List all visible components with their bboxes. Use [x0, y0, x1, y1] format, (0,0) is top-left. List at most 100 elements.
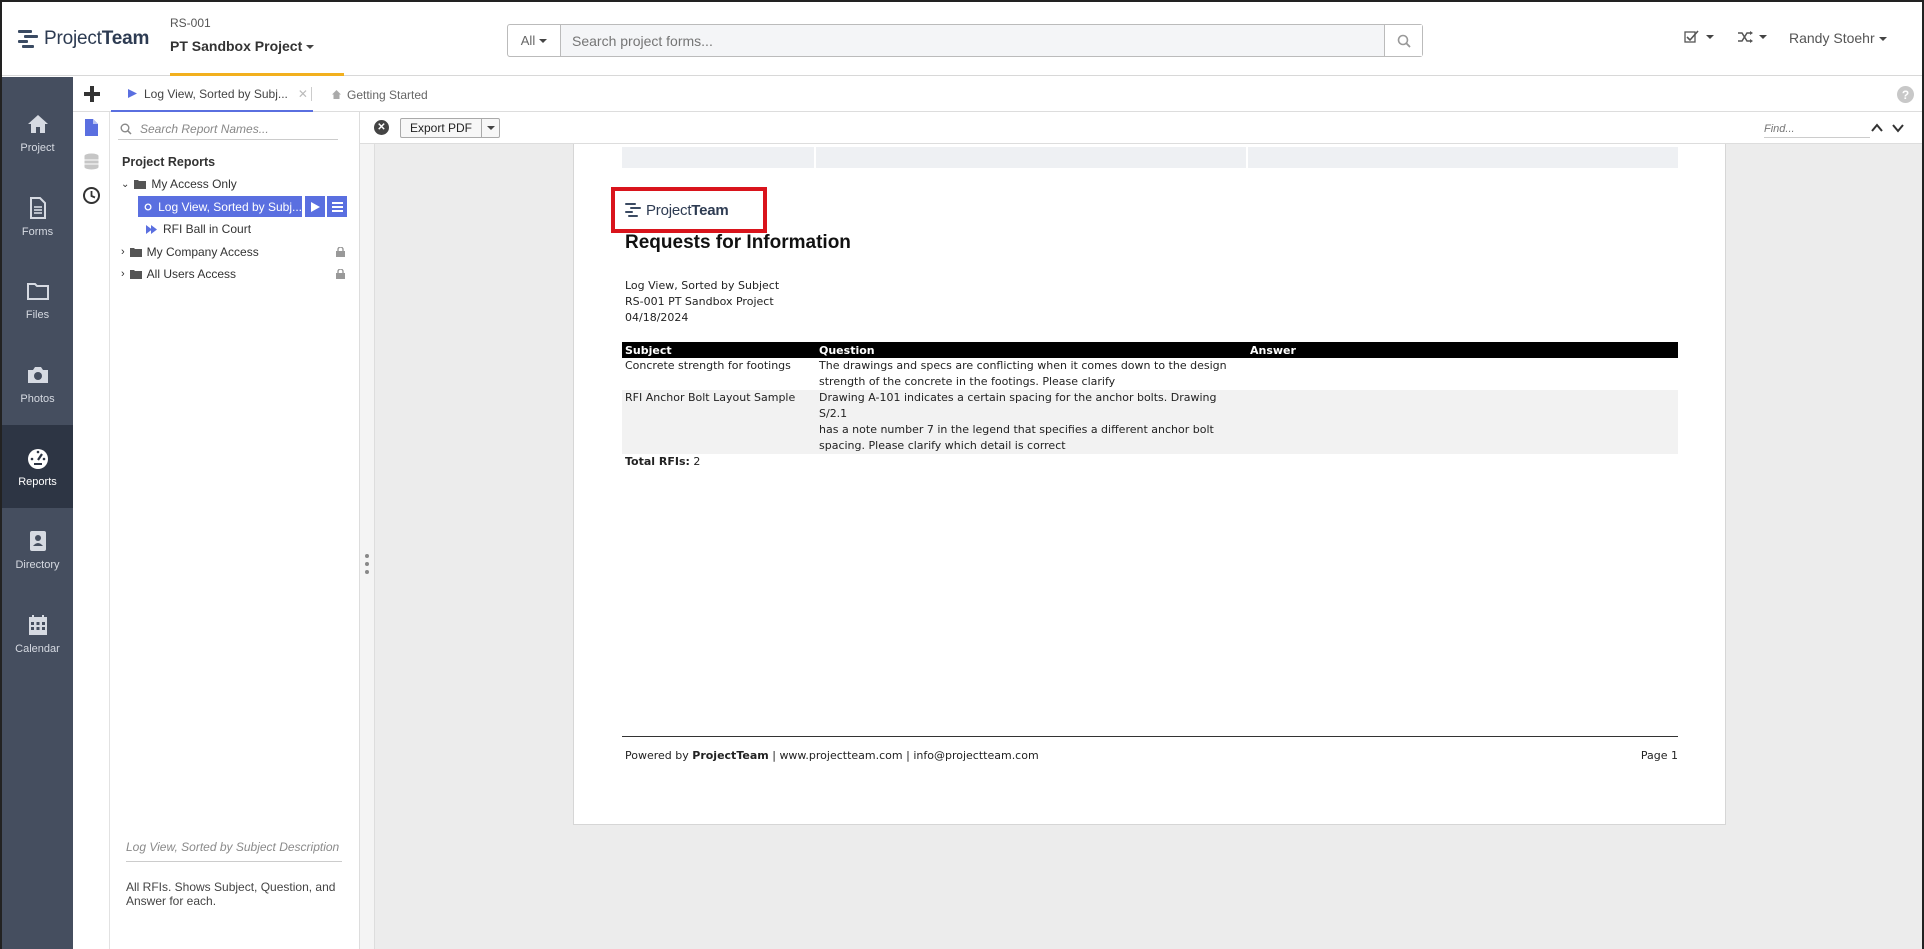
footer-credits: Powered by ProjectTeam | www.projectteam…	[625, 749, 1039, 762]
tab-getting-started[interactable]: Getting Started	[331, 77, 428, 112]
checkbox-list-icon	[1684, 30, 1699, 43]
report-search[interactable]: Search Report Names...	[118, 118, 338, 140]
subject-cell: RFI Anchor Bolt Layout Sample	[622, 390, 816, 454]
find-next-icon[interactable]	[1891, 121, 1905, 135]
nav-project[interactable]: Project	[2, 91, 73, 174]
search-filter-dropdown[interactable]: All	[508, 25, 561, 56]
project-name[interactable]: PT Sandbox Project	[170, 38, 344, 54]
main-nav: Project Forms Files Photos Reports Direc…	[2, 77, 73, 949]
nav-photos[interactable]: Photos	[2, 342, 73, 425]
find-input[interactable]	[1764, 120, 1870, 138]
nav-files[interactable]: Files	[2, 258, 73, 341]
lock-icon	[336, 247, 345, 257]
camera-icon	[27, 366, 48, 383]
user-menu[interactable]: Randy Stoehr	[1789, 30, 1887, 46]
answer-cell	[1247, 358, 1678, 390]
report-date: 04/18/2024	[625, 311, 689, 324]
find-previous-icon[interactable]	[1870, 121, 1884, 135]
add-icon[interactable]	[83, 85, 101, 103]
table-row: Concrete strength for footings The drawi…	[622, 358, 1678, 390]
history-clock-icon[interactable]	[82, 186, 101, 205]
column-header: Question	[816, 342, 1247, 358]
nav-calendar[interactable]: Calendar	[2, 592, 73, 675]
report-logo: ProjectTeam	[611, 187, 767, 233]
report-description-title: Log View, Sorted by Subject Description	[126, 840, 342, 862]
close-report-icon[interactable]: ✕	[374, 120, 389, 135]
answer-cell	[1247, 390, 1678, 454]
chevron-right-icon: ›	[121, 268, 125, 280]
folder-all-users-access[interactable]: › All Users Access	[121, 264, 351, 284]
chevron-down-icon	[306, 45, 315, 50]
chevron-down-icon	[1706, 35, 1714, 39]
nav-reports[interactable]: Reports	[2, 425, 73, 508]
report-toolbar: ✕ Export PDF	[360, 112, 1922, 144]
report-project: RS-001 PT Sandbox Project	[625, 295, 774, 308]
app-logo[interactable]: ProjectTeam	[18, 28, 149, 50]
folder-my-access[interactable]: ⌄ My Access Only	[121, 174, 237, 194]
fast-forward-icon	[146, 224, 157, 234]
panel-splitter[interactable]	[360, 112, 375, 949]
tree-item-rfi-ball[interactable]: RFI Ball in Court	[146, 219, 251, 239]
report-viewer[interactable]: ProjectTeam Requests for Information Log…	[375, 144, 1922, 949]
previous-page-table-tail	[622, 147, 1678, 168]
tree-item-log-view[interactable]: Log View, Sorted by Subj...	[138, 196, 302, 217]
radio-icon	[144, 203, 152, 210]
chevron-down-icon	[1759, 35, 1767, 39]
report-footer: Powered by ProjectTeam | www.projectteam…	[622, 736, 1678, 762]
calendar-icon	[28, 614, 47, 635]
search-icon	[1397, 34, 1411, 48]
play-icon	[128, 89, 137, 98]
question-cell: Drawing A-101 indicates a certain spacin…	[816, 390, 1247, 454]
nav-forms[interactable]: Forms	[2, 175, 73, 258]
export-pdf-button[interactable]: Export PDF	[400, 118, 501, 138]
close-icon[interactable]: ✕	[298, 87, 308, 101]
switch-menu[interactable]	[1737, 30, 1767, 44]
tasks-menu[interactable]	[1684, 30, 1714, 44]
folder-company-access[interactable]: › My Company Access	[121, 242, 351, 262]
drag-handle-icon[interactable]	[365, 554, 369, 574]
chevron-down-icon	[539, 38, 548, 43]
search-bar: All	[507, 24, 1423, 57]
folder-icon	[129, 248, 142, 257]
tab-divider	[311, 87, 312, 101]
rfi-table: Subject Question Answer Concrete strengt…	[622, 342, 1678, 454]
help-icon[interactable]: ?	[1897, 86, 1914, 103]
chevron-down-icon	[1878, 37, 1887, 42]
logo-text: ProjectTeam	[44, 28, 150, 49]
column-header: Subject	[622, 342, 816, 358]
folder-icon	[129, 270, 142, 279]
report-description-text: All RFIs. Shows Subject, Question, and A…	[126, 880, 336, 908]
column-header: Answer	[1247, 342, 1678, 358]
play-icon	[310, 201, 320, 212]
top-header: ProjectTeam RS-001 PT Sandbox Project Al…	[2, 2, 1922, 76]
run-report-button[interactable]	[305, 196, 325, 217]
document-icon	[29, 196, 46, 219]
search-input[interactable]	[561, 25, 1384, 56]
folder-icon	[26, 282, 49, 300]
shuffle-icon	[1738, 31, 1753, 43]
database-icon[interactable]	[82, 152, 101, 171]
report-document-icon[interactable]	[82, 118, 101, 137]
gauge-icon	[27, 448, 48, 469]
logo-mark-icon	[18, 30, 38, 48]
export-dropdown[interactable]	[481, 119, 499, 137]
report-tree-panel: Search Report Names... Project Reports ⌄…	[110, 112, 360, 949]
lock-icon	[336, 269, 345, 279]
report-menu-button[interactable]	[327, 196, 347, 217]
home-icon	[27, 114, 48, 133]
home-icon	[332, 90, 341, 99]
total-rfis: Total RFIs: 2	[625, 455, 701, 468]
subject-cell: Concrete strength for footings	[625, 359, 791, 372]
menu-icon	[331, 201, 343, 212]
tab-bar: Log View, Sorted by Subj... ✕ Getting St…	[73, 77, 1922, 112]
search-button[interactable]	[1384, 25, 1422, 56]
report-subtitle: Log View, Sorted by Subject	[625, 279, 780, 292]
nav-directory[interactable]: Directory	[2, 508, 73, 591]
table-header-row: Subject Question Answer	[622, 342, 1678, 358]
tab-log-view[interactable]: Log View, Sorted by Subj... ✕	[111, 77, 313, 112]
chevron-down-icon	[486, 126, 495, 130]
chevron-down-icon: ⌄	[121, 178, 130, 190]
project-selector[interactable]: RS-001 PT Sandbox Project	[170, 16, 344, 76]
report-logo-text: ProjectTeam	[646, 201, 729, 219]
table-row: RFI Anchor Bolt Layout Sample Drawing A-…	[622, 390, 1678, 454]
